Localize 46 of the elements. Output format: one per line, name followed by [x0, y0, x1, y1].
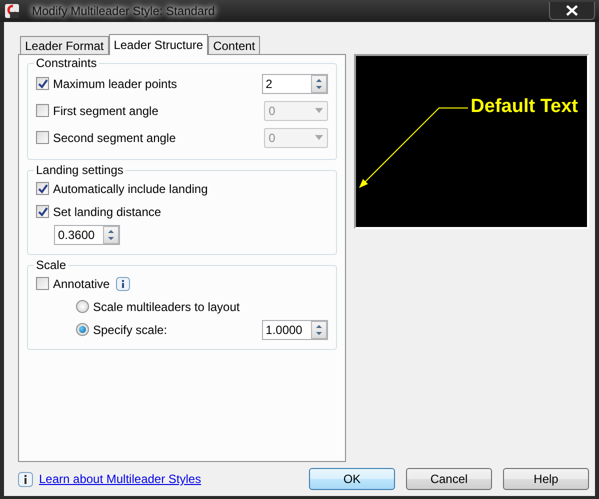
spin-field[interactable]: 2	[262, 74, 309, 92]
checkbox-label: Set landing distance	[53, 204, 162, 220]
dialog-button[interactable]: Cancel	[406, 468, 492, 490]
checkbox-label: First segment angle	[53, 102, 158, 120]
checkbox-label: Automatically include landing	[53, 180, 208, 198]
up-down-arrows-icon	[107, 228, 115, 242]
spin-button[interactable]	[103, 226, 119, 244]
tab[interactable]: Leader Format	[20, 36, 109, 54]
checkbox[interactable]	[36, 277, 49, 290]
close-button[interactable]	[549, 2, 595, 20]
checkbox[interactable]	[36, 131, 49, 144]
radio-button[interactable]	[76, 323, 89, 336]
checkbox-label: Maximum leader points	[53, 76, 178, 92]
spin-button[interactable]	[310, 74, 327, 92]
spinner-control[interactable]: 0.3600	[54, 224, 120, 244]
up-down-arrows-icon	[314, 322, 323, 336]
spin-field[interactable]: 0.3600	[55, 226, 101, 244]
help-link[interactable]: Learn about Multileader Styles	[39, 470, 202, 488]
caret-icon	[314, 108, 323, 113]
radio-button[interactable]	[76, 300, 89, 313]
checkbox[interactable]	[36, 104, 49, 117]
checkbox[interactable]	[36, 77, 49, 90]
spin-button[interactable]	[310, 320, 327, 338]
dialog-button[interactable]: OK	[309, 468, 395, 490]
caret-icon	[314, 135, 323, 140]
window-title: Modify Multileader Style: Standard	[29, 3, 218, 20]
checkbox-label: Annotative	[53, 276, 110, 292]
up-down-arrows-icon	[314, 76, 323, 90]
spinner-control[interactable]: 1.0000	[262, 320, 328, 340]
checkbox-label: Second segment angle	[53, 130, 176, 146]
tab[interactable]: Leader Structure	[108, 34, 208, 55]
tab[interactable]: Content	[208, 36, 260, 54]
spinner-control[interactable]: 2	[262, 74, 328, 94]
checkbox[interactable]	[36, 182, 49, 195]
close-icon	[566, 5, 578, 16]
group-title: Landing settings	[34, 163, 126, 177]
app-icon	[4, 3, 20, 19]
radio-label: Scale multileaders to layout	[93, 298, 240, 316]
preview-text: Default Text	[470, 96, 578, 118]
checkbox[interactable]	[36, 205, 49, 218]
radio-label: Specify scale:	[93, 322, 168, 338]
group-title: Constraints	[34, 56, 99, 70]
info-icon	[18, 472, 33, 486]
group-title: Scale	[34, 258, 68, 272]
dialog-button[interactable]: Help	[503, 468, 589, 490]
spin-field[interactable]: 1.0000	[262, 320, 309, 338]
